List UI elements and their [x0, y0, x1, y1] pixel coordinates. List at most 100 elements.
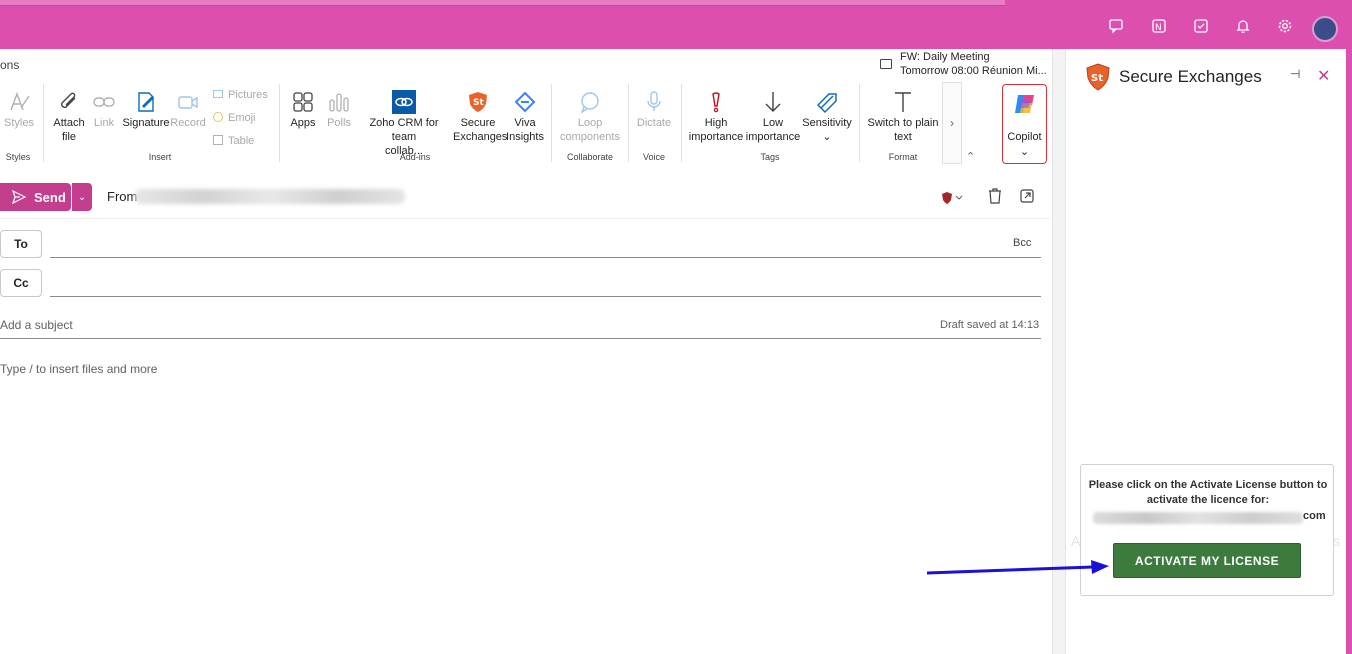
- ribbon-divider: [628, 84, 629, 162]
- secure-exchanges-shield-icon: St: [469, 92, 487, 112]
- send-button[interactable]: Send: [0, 183, 71, 211]
- panel-title: Secure Exchanges: [1119, 67, 1262, 86]
- bcc-link[interactable]: Bcc: [1013, 237, 1031, 249]
- svg-text:N: N: [1155, 23, 1162, 33]
- faded-text: A: [1071, 533, 1081, 549]
- svg-text:St: St: [473, 98, 484, 108]
- license-message: Please click on the Activate License but…: [1088, 479, 1328, 506]
- bell-icon[interactable]: [1234, 17, 1252, 35]
- calendar-icon: [880, 59, 892, 69]
- send-icon: [12, 190, 26, 204]
- pin-panel-button[interactable]: ⊣: [1290, 67, 1300, 81]
- from-address-redacted: [135, 189, 405, 204]
- subject-input[interactable]: Add a subject: [0, 318, 73, 332]
- ribbon-divider: [859, 84, 860, 162]
- meeting-title: FW: Daily Meeting: [900, 51, 990, 63]
- ribbon-divider: [279, 84, 280, 162]
- collapse-ribbon-button[interactable]: ⌃: [966, 150, 975, 163]
- trash-icon: [989, 188, 1001, 204]
- ribbon-divider: [681, 84, 682, 162]
- group-label-collaborate: Collaborate: [566, 152, 614, 162]
- polls-icon: [329, 93, 349, 112]
- window-edge: [1346, 49, 1352, 654]
- chevron-right-icon: ›: [950, 116, 954, 130]
- license-email-redacted: [1093, 512, 1303, 524]
- apps-grid-icon: [293, 92, 313, 112]
- low-importance-button[interactable]: Low importance: [745, 90, 801, 144]
- gear-icon[interactable]: [1276, 17, 1294, 35]
- link-button[interactable]: Link: [89, 90, 119, 130]
- onenote-icon[interactable]: N: [1150, 17, 1168, 35]
- shield-icon: [942, 192, 963, 204]
- group-label-addins: Add-ins: [399, 152, 431, 162]
- dictate-button[interactable]: Dictate: [634, 90, 674, 130]
- record-button[interactable]: Record: [170, 90, 206, 130]
- send-options-button[interactable]: ⌄: [71, 183, 92, 211]
- chat-icon[interactable]: [1108, 17, 1126, 35]
- cc-button[interactable]: Cc: [0, 269, 42, 297]
- table-icon: [213, 135, 223, 145]
- high-importance-button[interactable]: High importance: [688, 90, 744, 144]
- ribbon-divider: [43, 84, 44, 162]
- emoji-icon: [213, 112, 223, 122]
- sensitivity-button[interactable]: Sensitivity ⌄: [802, 90, 852, 144]
- copilot-label: Copilot: [1007, 131, 1042, 143]
- avatar[interactable]: [1312, 16, 1338, 42]
- sensitivity-tag-icon: [816, 93, 837, 114]
- apps-button[interactable]: Apps: [286, 90, 320, 130]
- to-button[interactable]: To: [0, 230, 42, 258]
- secure-exchanges-logo-icon: St: [1085, 63, 1111, 96]
- styles-icon: [10, 92, 30, 111]
- ribbon-tab-partial[interactable]: ons: [0, 58, 19, 72]
- loop-icon: [580, 92, 599, 114]
- copilot-button[interactable]: Copilot ⌄: [1002, 84, 1047, 164]
- arrow-down-icon: [765, 92, 781, 112]
- pop-out-icon: [1020, 189, 1034, 203]
- pin-icon: ⊣: [1290, 67, 1301, 81]
- signature-button[interactable]: Signature: [120, 90, 172, 130]
- switch-plain-text-button[interactable]: Switch to plain text: [864, 90, 942, 144]
- discard-button[interactable]: [988, 188, 1002, 209]
- subject-underline: [0, 338, 1041, 339]
- ribbon-scroll-right-button[interactable]: ›: [942, 82, 962, 164]
- activate-license-button[interactable]: ACTIVATE MY LICENSE: [1113, 543, 1301, 578]
- emoji-button[interactable]: Emoji: [213, 112, 256, 124]
- picture-icon: [213, 90, 223, 98]
- sensitivity-shield-button[interactable]: [942, 191, 964, 209]
- to-field[interactable]: [50, 257, 1041, 258]
- paperclip-icon: [61, 92, 76, 108]
- header-divider: [0, 218, 1050, 219]
- pictures-button[interactable]: Pictures: [213, 89, 268, 101]
- pop-out-button[interactable]: [1020, 189, 1034, 208]
- viva-insights-icon: [514, 91, 536, 113]
- viva-insights-button[interactable]: Viva Insights: [505, 90, 545, 144]
- from-label[interactable]: From: [107, 189, 137, 204]
- license-email-domain: com: [1303, 510, 1326, 522]
- signature-icon: [138, 92, 154, 112]
- message-body[interactable]: Type / to insert files and more: [0, 362, 157, 376]
- attach-file-button[interactable]: Attach file: [50, 90, 88, 144]
- annotation-arrow: [926, 560, 1109, 575]
- close-panel-button[interactable]: ✕: [1317, 66, 1330, 86]
- compose-area: [0, 177, 1052, 654]
- loop-components-button[interactable]: Loop components: [558, 90, 622, 144]
- cc-field[interactable]: [50, 296, 1041, 297]
- text-format-icon: [895, 92, 911, 112]
- zoho-crm-icon: [392, 90, 416, 114]
- zoho-crm-button[interactable]: Zoho CRM for team collab...: [356, 90, 452, 158]
- chevron-down-icon: ⌄: [1019, 146, 1030, 158]
- secure-exchanges-button[interactable]: St Secure Exchanges: [453, 90, 507, 144]
- polls-button[interactable]: Polls: [323, 90, 355, 130]
- ribbon-divider: [551, 84, 552, 162]
- styles-button[interactable]: Styles: [0, 90, 38, 130]
- chevron-up-icon: ⌃: [966, 151, 976, 163]
- group-label-format: Format: [888, 152, 918, 162]
- copilot-icon: [1015, 95, 1034, 113]
- meeting-subtitle: Tomorrow 08:00 Réunion Mi...: [900, 65, 1047, 77]
- table-button[interactable]: Table: [213, 135, 254, 147]
- chevron-down-icon: ⌄: [822, 131, 832, 143]
- close-icon: ✕: [1317, 68, 1331, 85]
- group-label-styles: Styles: [5, 152, 31, 162]
- tasks-icon[interactable]: [1192, 17, 1210, 35]
- group-label-insert: Insert: [148, 152, 172, 162]
